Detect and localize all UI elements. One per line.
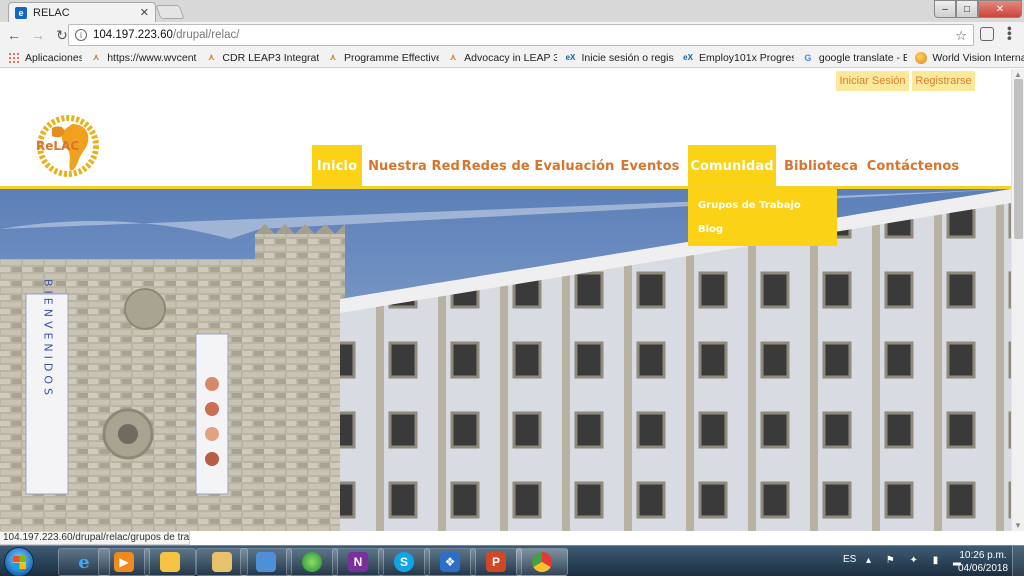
system-tray-icons[interactable]: ▴ ⚑ ✦ ▮ ▂ [866, 555, 967, 566]
close-window-button[interactable]: ✕ [978, 0, 1022, 18]
scrollbar-thumb[interactable] [1014, 79, 1023, 239]
worldvision-icon [915, 51, 928, 64]
comunidad-dropdown: Grupos de Trabajo Blog [688, 188, 837, 246]
taskbar-app-active[interactable] [516, 548, 568, 576]
tab-title: RELAC [33, 6, 70, 19]
taskbar-app[interactable]: S [378, 548, 430, 576]
edx-icon: eX [683, 53, 693, 62]
login-button[interactable]: Iniciar Sesión [836, 71, 909, 91]
new-tab-button[interactable] [155, 5, 185, 19]
register-button[interactable]: Registrarse [912, 71, 975, 91]
leap-icon: ⋏ [449, 52, 457, 62]
forward-arrow-icon[interactable]: → [28, 25, 48, 45]
bookmark-item[interactable]: Ggoogle translate - B [802, 52, 907, 64]
chrome-icon [532, 552, 552, 572]
nav-eventos[interactable]: Eventos [616, 145, 684, 188]
bookmark-star-icon[interactable]: ☆ [955, 28, 967, 44]
url-path: /drupal/relac/ [172, 29, 240, 41]
relac-favicon-icon: e [15, 6, 27, 19]
powerpoint-icon: P [486, 552, 506, 572]
bookmark-item[interactable]: eX Employ101x Progres [682, 52, 794, 64]
page-scrollbar[interactable]: ▲ ▼ [1011, 69, 1024, 531]
windows-taskbar: e ▶ N S ❖ P ES ▴ ⚑ ✦ ▮ ▂ 10:26 p.m. 04/0… [0, 545, 1024, 576]
maximize-button[interactable]: □ [956, 0, 978, 18]
bookmark-item[interactable]: eX Inicie sesión o regist [565, 52, 674, 64]
nav-biblioteca[interactable]: Biblioteca [782, 145, 860, 188]
taskbar-app[interactable] [286, 548, 338, 576]
extension-icon[interactable] [980, 27, 994, 41]
browser-menu-icon[interactable]: ••• [1002, 26, 1018, 41]
leap-icon: ⋏ [329, 52, 337, 62]
edx-icon: eX [565, 53, 576, 62]
media-player-icon: ▶ [114, 552, 134, 572]
bookmark-item[interactable]: ⋏ https://www.wvcentr [90, 52, 198, 64]
remote-desktop-icon [256, 552, 276, 572]
site-info-icon[interactable]: i [75, 29, 87, 41]
back-arrow-icon[interactable]: ← [4, 25, 24, 45]
skype-icon: S [394, 552, 414, 572]
minimize-button[interactable]: – [934, 0, 956, 18]
clock[interactable]: 10:26 p.m. 04/06/2018 [958, 549, 1008, 575]
bookmark-item[interactable]: ⋏ Advocacy in LEAP 3 [447, 52, 556, 64]
taskbar-app[interactable]: ▶ [98, 548, 150, 576]
dropdown-item-grupos-de-trabajo[interactable]: Grupos de Trabajo [688, 194, 837, 218]
browser-tab[interactable]: e RELAC ✕ [8, 2, 156, 22]
dropdown-item-blog[interactable]: Blog [688, 218, 837, 242]
taskbar-app[interactable]: ❖ [424, 548, 476, 576]
green-sphere-icon [302, 552, 322, 572]
scroll-down-icon[interactable]: ▼ [1014, 521, 1022, 530]
windows-logo-icon [13, 556, 26, 569]
leap-icon: ⋏ [207, 52, 216, 62]
dropbox-like-icon: ❖ [440, 552, 460, 572]
screen: e RELAC ✕ – □ ✕ ← → ↻ i 104.197.223.60 /… [0, 0, 1024, 576]
browser-toolbar: ← → ↻ i 104.197.223.60 /drupal/relac/ ☆ [0, 22, 1024, 48]
nav-contactenos[interactable]: Contáctenos [866, 145, 960, 188]
bookmark-item[interactable]: ⋏ CDR LEAP3 Integrati [205, 52, 319, 64]
status-url: 104.197.223.60/drupal/relac/grupos de tr… [0, 531, 190, 545]
show-desktop-button[interactable] [1012, 546, 1024, 576]
folder-icon [160, 552, 180, 572]
url-host: 104.197.223.60 [93, 29, 173, 41]
nav-redes-de-evaluacion[interactable]: Redes de Evaluación [462, 145, 615, 188]
google-icon: G [804, 52, 812, 63]
scroll-up-icon[interactable]: ▲ [1014, 70, 1022, 79]
hero-banner-text: BIENVENIDOS [42, 279, 55, 399]
taskbar-app[interactable] [240, 548, 292, 576]
address-bar[interactable]: i 104.197.223.60 /drupal/relac/ ☆ [68, 24, 974, 46]
taskbar-app[interactable]: P [470, 548, 522, 576]
browser-tabbar: e RELAC ✕ – □ ✕ [0, 0, 1024, 22]
clock-time: 10:26 p.m. [959, 550, 1007, 561]
apps-grid-icon [8, 51, 20, 64]
bookmark-item[interactable]: World Vision Interna [915, 51, 1024, 64]
web-page: Iniciar Sesión Registrarse ReLAC Inicio … [0, 69, 1011, 531]
nav-inicio[interactable]: Inicio [312, 145, 362, 188]
taskbar-app[interactable] [144, 548, 196, 576]
clock-date: 04/06/2018 [958, 563, 1009, 574]
bookmark-item[interactable]: Aplicaciones [8, 51, 82, 64]
nav-nuestra-red[interactable]: Nuestra Red [368, 145, 460, 188]
bookmark-item[interactable]: ⋏ Programme Effective [327, 52, 439, 64]
start-button[interactable] [4, 547, 34, 576]
tab-close-icon[interactable]: ✕ [140, 6, 149, 19]
bookmarks-bar: Aplicaciones ⋏ https://www.wvcentr ⋏ CDR L… [0, 48, 1024, 68]
nav-comunidad[interactable]: Comunidad [688, 145, 776, 188]
internet-explorer-icon: e [78, 551, 90, 573]
onenote-icon: N [348, 552, 368, 572]
leap-icon: ⋏ [92, 52, 100, 62]
main-nav: Inicio Nuestra Red Redes de Evaluación E… [0, 145, 1011, 189]
hero-image: BIENVENIDOS [0, 189, 1011, 531]
language-indicator[interactable]: ES [843, 554, 856, 565]
taskbar-app[interactable]: N [332, 548, 384, 576]
file-explorer-icon [212, 552, 232, 572]
